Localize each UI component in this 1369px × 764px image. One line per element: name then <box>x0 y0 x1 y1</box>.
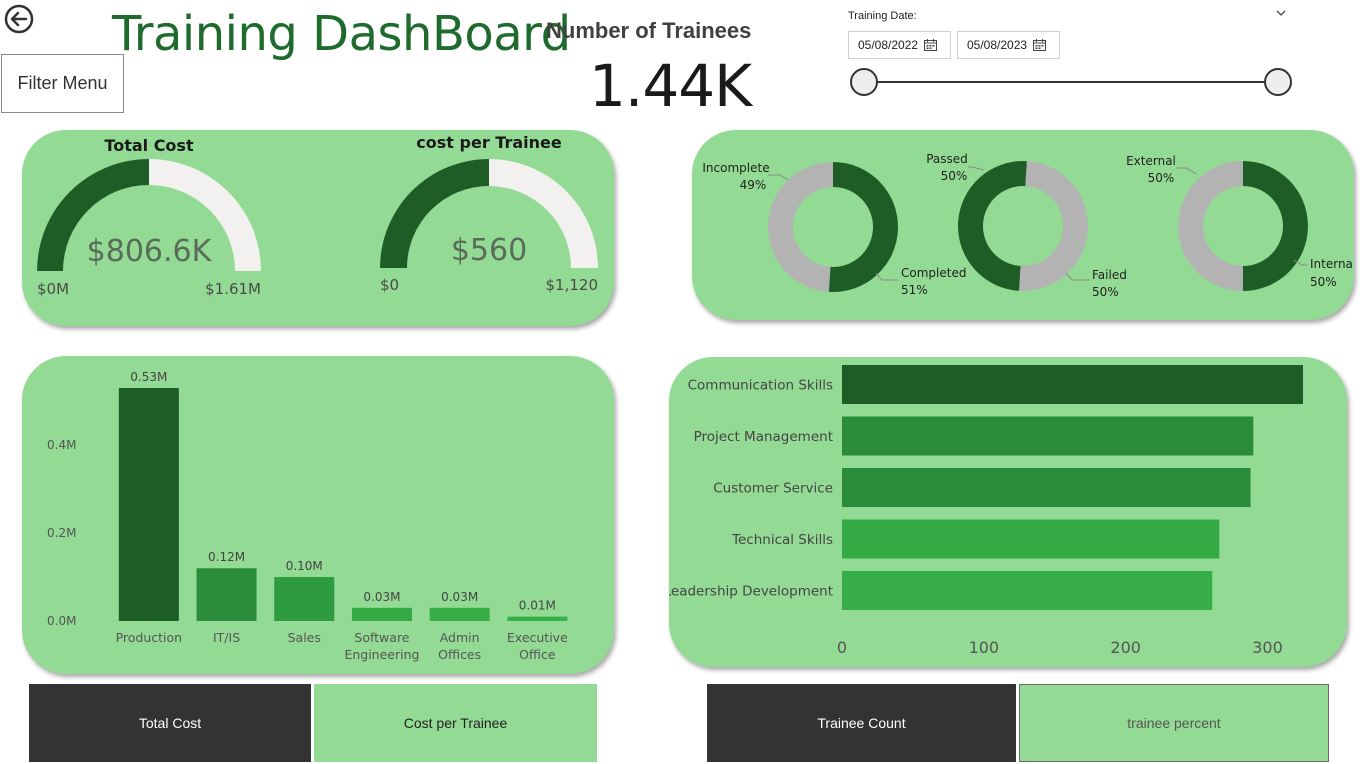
hbar[interactable] <box>842 571 1213 610</box>
gauges-svg: Total Cost $806.6K $0M $1.61M cost per T… <box>37 133 598 298</box>
hbar[interactable] <box>842 365 1303 404</box>
x-tick-label: Executive <box>507 630 568 645</box>
external-slice <box>1178 161 1243 291</box>
bar-data-label: 0.03M <box>363 590 400 604</box>
x-tick-label: Admin <box>440 630 480 645</box>
kpi-trainees-value: 1.44K <box>589 52 752 120</box>
y-category-label: Project Management <box>694 429 833 445</box>
x-tick-label: IT/IS <box>213 630 240 645</box>
type-donut: External 50% Internal 50% <box>1126 154 1356 291</box>
page-title: Training DashBoard <box>112 6 571 62</box>
completion-donut: Incomplete 49% Completed 51% <box>702 161 966 297</box>
incomplete-percent: 49% <box>740 178 767 192</box>
filter-menu-button[interactable]: Filter Menu <box>1 54 124 113</box>
tab-total-cost[interactable]: Total Cost <box>29 684 311 762</box>
x-tick-label: Office <box>519 647 556 662</box>
tab-trainee-count[interactable]: Trainee Count <box>707 684 1016 762</box>
incomplete-label: Incomplete <box>702 161 769 175</box>
bar-data-label: 0.12M <box>208 550 245 564</box>
x-tick-label: 100 <box>969 638 1000 657</box>
external-percent: 50% <box>1148 171 1175 185</box>
x-tick-label: Production <box>116 630 183 645</box>
bar[interactable] <box>507 616 568 621</box>
bar-data-label: 0.03M <box>441 590 478 604</box>
hbar[interactable] <box>842 468 1251 507</box>
tab-cost-per-trainee[interactable]: Cost per Trainee <box>314 684 597 762</box>
x-tick-label: Software <box>354 630 409 645</box>
bar-data-label: 0.10M <box>286 559 323 573</box>
calendar-icon[interactable] <box>1033 39 1047 51</box>
internal-slice <box>1243 161 1308 291</box>
status-donuts-card: Incomplete 49% Completed 51% Passed 50% … <box>692 130 1356 320</box>
cost-gauges-card: Total Cost $806.6K $0M $1.61M cost per T… <box>22 130 614 326</box>
x-tick-label: 200 <box>1110 638 1141 657</box>
total-cost-gauge-title: Total Cost <box>104 136 194 155</box>
incomplete-slice <box>768 162 833 292</box>
internal-label: Internal <box>1310 257 1354 271</box>
y-category-label: Leadership Development <box>669 584 833 600</box>
passed-label: Passed <box>926 152 968 166</box>
cost-per-trainee-gauge-value: $560 <box>451 233 527 268</box>
total-cost-gauge: Total Cost $806.6K $0M $1.61M <box>37 136 261 298</box>
start-date-value: 05/08/2022 <box>858 38 919 52</box>
back-arrow-icon[interactable] <box>3 3 35 35</box>
completed-percent: 51% <box>901 283 928 297</box>
chevron-down-icon[interactable] <box>1274 6 1288 20</box>
failed-slice <box>1019 161 1088 291</box>
bar-data-label: 0.01M <box>519 599 556 613</box>
passed-slice <box>957 160 1027 291</box>
cost-by-department-chart: 0.0M 0.2M 0.4M 0.53M Production 0.12M IT/IS 0.1… <box>47 370 568 662</box>
cost-per-trainee-gauge: cost per Trainee $560 $0 $1,120 <box>380 133 598 294</box>
slider-handle-start[interactable] <box>850 68 878 96</box>
external-label: External <box>1126 154 1176 168</box>
start-date-input[interactable]: 05/08/2022 <box>848 31 951 59</box>
x-tick-label: Engineering <box>344 647 419 662</box>
failed-percent: 50% <box>1092 285 1119 299</box>
trainees-by-program-chart: Communication Skills Project Management Cu… <box>664 365 1303 657</box>
completed-label: Completed <box>901 266 966 280</box>
y-category-label: Technical Skills <box>731 532 833 548</box>
date-range-slider[interactable] <box>848 66 1294 98</box>
kpi-trainees-label: Number of Trainees <box>546 18 752 43</box>
end-date-input[interactable]: 05/08/2023 <box>957 31 1060 59</box>
y-tick-label: 0.2M <box>47 526 76 540</box>
trainees-by-program-card: Communication Skills Project Management Cu… <box>664 357 1347 667</box>
slider-handle-end[interactable] <box>1264 68 1292 96</box>
cost-per-trainee-gauge-max: $1,120 <box>546 276 599 294</box>
training-date-label: Training Date: <box>848 10 917 22</box>
bar[interactable] <box>118 388 179 621</box>
internal-percent: 50% <box>1310 275 1337 289</box>
x-tick-label: Sales <box>288 630 321 645</box>
y-category-label: Customer Service <box>713 481 833 497</box>
y-tick-label: 0.4M <box>47 438 76 452</box>
failed-label: Failed <box>1092 268 1127 282</box>
bar-data-label: 0.53M <box>130 370 167 384</box>
cost-per-trainee-gauge-title: cost per Trainee <box>416 133 562 152</box>
end-date-value: 05/08/2023 <box>967 38 1028 52</box>
x-tick-label: Offices <box>438 647 481 662</box>
bar[interactable] <box>429 607 490 621</box>
completed-slice <box>828 162 899 292</box>
bar[interactable] <box>351 607 412 621</box>
calendar-icon[interactable] <box>924 39 938 51</box>
tab-trainee-percent[interactable]: trainee percent <box>1019 684 1329 762</box>
total-cost-gauge-value: $806.6K <box>87 234 213 269</box>
bar[interactable] <box>196 568 257 621</box>
x-tick-label: 300 <box>1252 638 1283 657</box>
passed-percent: 50% <box>941 169 968 183</box>
cost-per-trainee-gauge-min: $0 <box>380 276 399 294</box>
bar[interactable] <box>274 577 335 621</box>
x-tick-label: 0 <box>837 638 847 657</box>
hbar[interactable] <box>842 416 1254 456</box>
y-category-label: Communication Skills <box>688 378 833 394</box>
donuts-svg: Incomplete 49% Completed 51% Passed 50% … <box>702 152 1356 299</box>
cost-by-department-card: 0.0M 0.2M 0.4M 0.53M Production 0.12M IT/IS 0.1… <box>22 356 614 674</box>
total-cost-gauge-max: $1.61M <box>205 280 261 298</box>
hbar[interactable] <box>842 519 1220 559</box>
total-cost-gauge-min: $0M <box>37 280 69 298</box>
y-tick-label: 0.0M <box>47 614 76 628</box>
